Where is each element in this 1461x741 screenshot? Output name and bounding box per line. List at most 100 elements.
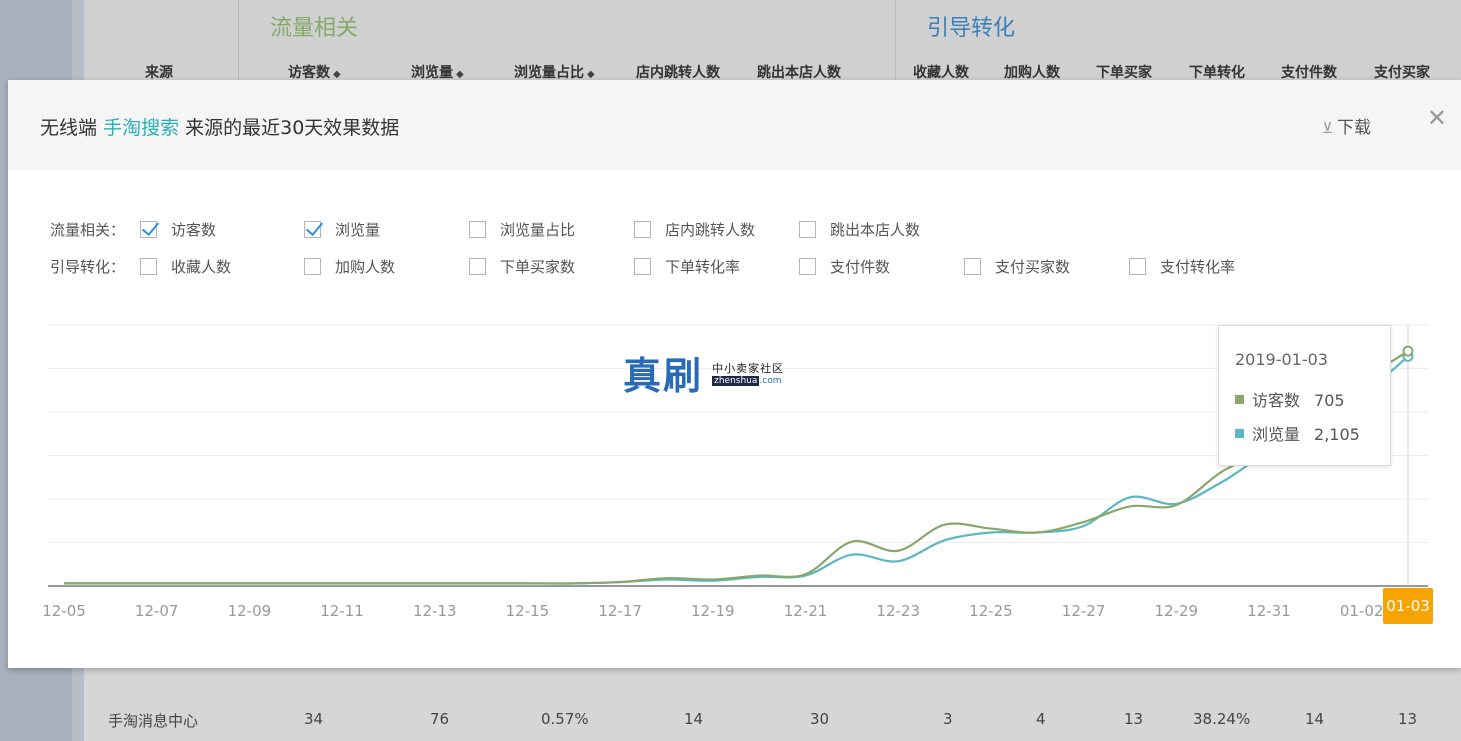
cell-exit: 30	[810, 710, 830, 728]
close-x-icon[interactable]: ✕	[1427, 104, 1447, 132]
checkbox-icon[interactable]	[140, 258, 157, 275]
x-highlight-label: 01-03	[1386, 597, 1430, 615]
watermark-en: zhenshua .com	[712, 375, 784, 386]
checkbox-checked-icon[interactable]	[140, 221, 157, 238]
checkbox-label: 支付件数	[830, 258, 891, 276]
checkbox-jump[interactable]: 店内跳转人数	[634, 219, 755, 240]
checkbox-pay-conv[interactable]: 支付转化率	[1129, 256, 1235, 277]
tooltip-date: 2019-01-03	[1235, 350, 1328, 369]
header-exit: 跳出本店人数	[757, 65, 841, 81]
cell-source[interactable]: 手淘消息中心	[108, 710, 198, 731]
x-tick-label: 01-02	[1340, 602, 1384, 620]
tooltip-row-visitors: 访客数 705	[1235, 387, 1345, 411]
checkbox-label: 浏览量占比	[500, 221, 576, 239]
header-view-share-label: 浏览量占比	[514, 65, 584, 81]
cell-view-share: 0.57%	[541, 710, 589, 728]
x-tick-label: 12-11	[320, 602, 364, 620]
sort-icon[interactable]: ◆	[456, 69, 464, 80]
checkbox-label: 收藏人数	[171, 258, 232, 276]
x-tick-label: 12-17	[598, 602, 642, 620]
checkbox-label: 店内跳转人数	[665, 221, 756, 239]
download-arrow-icon: ⊻	[1322, 119, 1333, 137]
tooltip-series-value: 2,105	[1314, 425, 1360, 444]
x-tick-label: 12-21	[784, 602, 828, 620]
tooltip-series-value: 705	[1314, 391, 1345, 410]
filter-label-conversion: 引导转化：	[50, 258, 126, 276]
checkbox-order-conv[interactable]: 下单转化率	[634, 256, 740, 277]
x-tick-label: 12-23	[876, 602, 920, 620]
cell-visitors: 34	[304, 710, 324, 728]
checkbox-label: 加购人数	[335, 258, 396, 276]
checkbox-label: 支付转化率	[1160, 258, 1236, 276]
sort-icon[interactable]: ◆	[333, 69, 341, 80]
checkbox-buyers[interactable]: 下单买家数	[469, 256, 575, 277]
header-views[interactable]: 浏览量 ◆	[411, 62, 464, 82]
download-button[interactable]: ⊻ 下载	[1322, 113, 1371, 138]
cell-buyers: 13	[1124, 710, 1144, 728]
checkbox-label: 支付买家数	[995, 258, 1071, 276]
checkbox-label: 下单买家数	[500, 258, 576, 276]
checkbox-icon[interactable]	[1129, 258, 1146, 275]
watermark-text: 真刷	[623, 353, 704, 398]
group-title-flow: 流量相关	[270, 16, 359, 41]
checkbox-pay-buyers[interactable]: 支付买家数	[964, 256, 1070, 277]
checkbox-exit[interactable]: 跳出本店人数	[799, 219, 920, 240]
title-suffix: 来源的最近30天效果数据	[185, 117, 400, 139]
checkbox-label: 跳出本店人数	[830, 221, 921, 239]
chart-tooltip: 2019-01-03 访客数 705 浏览量 2,105	[1218, 325, 1391, 466]
header-view-share[interactable]: 浏览量占比 ◆	[514, 62, 595, 82]
x-tick-label: 12-31	[1247, 602, 1291, 620]
legend-square-icon	[1235, 429, 1244, 438]
sort-icon[interactable]: ◆	[587, 69, 595, 80]
x-tick-label: 12-15	[506, 602, 550, 620]
checkbox-fav[interactable]: 收藏人数	[140, 256, 231, 277]
header-views-label: 浏览量	[411, 65, 453, 81]
cell-cart: 4	[1036, 710, 1046, 728]
filter-label-flow: 流量相关：	[50, 221, 126, 239]
checkbox-label: 下单转化率	[665, 258, 741, 276]
tooltip-series-name: 浏览量	[1252, 425, 1301, 444]
checkbox-view-share[interactable]: 浏览量占比	[469, 219, 575, 240]
header-order-conv: 下单转化	[1189, 65, 1245, 81]
x-tick-label: 12-27	[1062, 602, 1106, 620]
cell-jump: 14	[684, 710, 704, 728]
cell-order-conv: 38.24%	[1193, 710, 1251, 728]
checkbox-label: 访客数	[171, 221, 217, 239]
tooltip-row-views: 浏览量 2,105	[1235, 421, 1360, 445]
checkbox-icon[interactable]	[304, 258, 321, 275]
group-title-conversion: 引导转化	[927, 16, 1016, 41]
checkbox-icon[interactable]	[634, 221, 651, 238]
checkbox-visitors[interactable]: 访客数	[140, 219, 216, 240]
watermark-logo: 真刷 中小卖家社区 zhenshua .com	[623, 345, 784, 400]
header-pay-buyers: 支付买家	[1374, 65, 1430, 81]
header-buyers: 下单买家	[1096, 65, 1152, 81]
checkbox-icon[interactable]	[799, 258, 816, 275]
table-row	[84, 668, 1461, 741]
checkbox-icon[interactable]	[469, 258, 486, 275]
checkbox-icon[interactable]	[469, 221, 486, 238]
checkbox-views[interactable]: 浏览量	[304, 219, 380, 240]
x-tick-label: 12-05	[42, 602, 86, 620]
x-tick-label: 12-25	[969, 602, 1013, 620]
checkbox-checked-icon[interactable]	[304, 221, 321, 238]
checkbox-cart[interactable]: 加购人数	[304, 256, 395, 277]
checkbox-icon[interactable]	[964, 258, 981, 275]
modal-header: 无线端 手淘搜索 来源的最近30天效果数据 ⊻ 下载 ✕	[8, 80, 1461, 170]
header-visitors[interactable]: 访客数 ◆	[288, 62, 341, 82]
cell-pay-items: 14	[1305, 710, 1325, 728]
modal-title: 无线端 手淘搜索 来源的最近30天效果数据	[40, 113, 399, 140]
checkbox-icon[interactable]	[634, 258, 651, 275]
checkbox-icon[interactable]	[799, 221, 816, 238]
series-end-point	[1402, 345, 1414, 357]
legend-square-icon	[1235, 395, 1244, 404]
tooltip-series-name: 访客数	[1252, 391, 1301, 410]
checkbox-pay-items[interactable]: 支付件数	[799, 256, 890, 277]
watermark-en-com: .com	[759, 375, 782, 386]
header-jump: 店内跳转人数	[636, 65, 720, 81]
cell-pay-buyers: 13	[1398, 710, 1418, 728]
header-pay-items: 支付件数	[1281, 65, 1337, 81]
x-tick-label: 12-29	[1154, 602, 1198, 620]
header-fav: 收藏人数	[913, 65, 969, 81]
trend-modal: 无线端 手淘搜索 来源的最近30天效果数据 ⊻ 下载 ✕ 流量相关： 访客数 浏览…	[8, 80, 1461, 668]
x-tick-label: 12-07	[135, 602, 179, 620]
